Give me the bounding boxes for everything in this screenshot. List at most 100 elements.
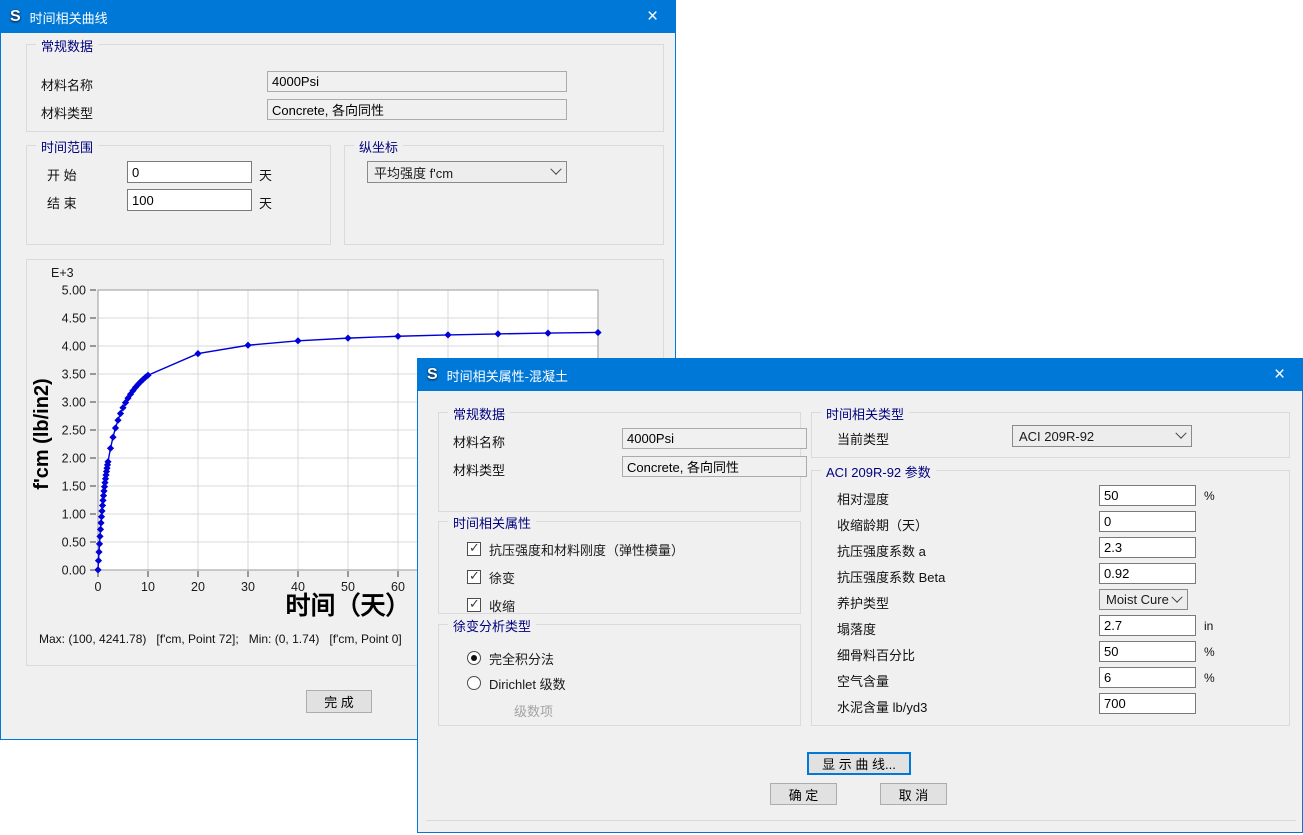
current-type-selected-value: ACI 209R-92 [1019,429,1094,444]
group-legend: 常规数据 [36,36,98,55]
y-tick-label: 5.00 [62,284,86,298]
start-unit: 天 [259,165,272,184]
group-legend: 时间相关类型 [821,404,909,423]
checkbox-label: 徐变 [489,568,515,587]
close-icon[interactable]: × [1257,359,1302,391]
y-axis-title: f'cm (lb/in2) [31,324,55,544]
chevron-down-icon [1171,591,1182,602]
parameter-label: 养护类型 [837,593,889,612]
y-tick-label: 1.00 [62,508,86,522]
general-data-group: 常规数据 材料名称 4000Psi 材料类型 Concrete, 各向同性 [26,44,664,132]
current-type-select[interactable]: ACI 209R-92 [1012,425,1192,447]
done-button[interactable]: 完 成 [306,690,372,713]
parameter-label: 塌落度 [837,619,876,638]
y-tick-label: 3.50 [62,368,86,382]
y-tick-label: 2.50 [62,424,86,438]
ok-button[interactable]: 确 定 [770,783,837,805]
checkbox-row[interactable]: 抗压强度和材料刚度（弹性模量） [467,540,684,558]
parameter-input[interactable] [1099,563,1196,584]
radio-label: Dirichlet 级数 [489,674,566,693]
material-name-value: 4000Psi [622,428,807,449]
parameter-input[interactable] [1099,693,1196,714]
x-tick-label: 0 [95,580,102,594]
y-tick-label: 4.50 [62,312,86,326]
series-terms-button-disabled: 级数项 [514,701,553,720]
group-legend: ACI 209R-92 参数 [821,462,936,481]
cure-type-select[interactable]: Moist Cure [1099,589,1188,610]
material-type-value: Concrete, 各向同性 [622,456,807,477]
y-tick-label: 0.00 [62,564,86,578]
parameter-unit: % [1204,671,1215,685]
group-legend: 常规数据 [448,404,510,423]
close-icon[interactable]: × [630,1,675,33]
parameter-unit: in [1204,619,1213,633]
group-legend: 徐变分析类型 [448,616,536,635]
time-range-group: 时间范围 开 始 天 结 束 天 [26,145,331,245]
material-name-value: 4000Psi [267,71,567,92]
y-tick-label: 1.50 [62,480,86,494]
parameter-label: 空气含量 [837,671,889,690]
ordinate-select[interactable]: 平均强度 f'cm [367,161,567,183]
chevron-down-icon [1175,428,1186,439]
end-unit: 天 [259,193,272,212]
checkbox-row[interactable]: 收缩 [467,596,515,614]
divider [426,820,1296,821]
parameter-input[interactable] [1099,667,1196,688]
app-icon: S [10,8,21,26]
checkbox-label: 收缩 [489,596,515,615]
general-data-group: 常规数据 材料名称 4000Psi 材料类型 Concrete, 各向同性 [438,412,801,512]
radio-button-selected[interactable] [467,651,481,665]
radio-label: 完全积分法 [489,649,554,668]
group-legend: 时间范围 [36,137,98,156]
checkbox-checked[interactable] [467,598,481,612]
show-curve-button[interactable]: 显 示 曲 线... [807,752,911,775]
radio-row[interactable]: 完全积分法 [467,649,554,667]
ordinate-group: 纵坐标 平均强度 f'cm [344,145,664,245]
material-name-label: 材料名称 [41,75,93,94]
app-icon: S [427,366,438,384]
group-legend: 时间相关属性 [448,513,536,532]
titlebar[interactable]: S 时间相关属性-混凝土 × [418,359,1302,391]
parameter-label: 抗压强度系数 Beta [837,567,945,586]
material-type-label: 材料类型 [41,103,93,122]
y-tick-label: 0.50 [62,536,86,550]
radio-button[interactable] [467,676,481,690]
chevron-down-icon [550,164,561,175]
x-tick-label: 20 [191,580,205,594]
checkbox-checked[interactable] [467,570,481,584]
parameter-label: 抗压强度系数 a [837,541,926,560]
checkbox-checked[interactable] [467,542,481,556]
parameter-input[interactable] [1099,485,1196,506]
x-tick-label: 10 [141,580,155,594]
end-input[interactable] [127,189,252,211]
y-tick-label: 2.00 [62,452,86,466]
material-type-value: Concrete, 各向同性 [267,99,567,120]
checkbox-label: 抗压强度和材料刚度（弹性模量） [489,540,684,559]
material-name-label: 材料名称 [453,432,505,451]
parameter-input[interactable] [1099,511,1196,532]
start-label: 开 始 [47,165,77,184]
start-input[interactable] [127,161,252,183]
y-tick-label: 4.00 [62,340,86,354]
group-legend: 纵坐标 [354,137,403,156]
parameter-label: 相对湿度 [837,489,889,508]
y-axis-scale-label: E+3 [51,266,74,280]
parameter-input[interactable] [1099,641,1196,662]
time-dependent-properties-group: 时间相关属性 抗压强度和材料刚度（弹性模量）徐变收缩 [438,521,801,614]
current-type-label: 当前类型 [837,429,889,448]
parameter-input[interactable] [1099,537,1196,558]
time-dependent-properties-dialog: S 时间相关属性-混凝土 × 常规数据 材料名称 4000Psi 材料类型 Co… [417,358,1303,833]
checkbox-row[interactable]: 徐变 [467,568,515,586]
creep-analysis-type-group: 徐变分析类型 完全积分法Dirichlet 级数 级数项 [438,624,801,726]
time-dependent-type-group: 时间相关类型 当前类型 ACI 209R-92 [811,412,1290,458]
y-tick-label: 3.00 [62,396,86,410]
parameter-input[interactable] [1099,615,1196,636]
window-title: 时间相关曲线 [30,8,108,27]
cancel-button[interactable]: 取 消 [880,783,947,805]
chart-max-min-readout: Max: (100, 4241.78) [f'cm, Point 72]; Mi… [39,632,402,646]
aci-parameters-group: ACI 209R-92 参数 相对湿度%收缩龄期（天）抗压强度系数 a抗压强度系… [811,470,1290,726]
parameter-label: 收缩龄期（天） [837,515,928,534]
parameter-unit: % [1204,489,1215,503]
radio-row[interactable]: Dirichlet 级数 [467,674,566,692]
titlebar[interactable]: S 时间相关曲线 × [1,1,675,33]
